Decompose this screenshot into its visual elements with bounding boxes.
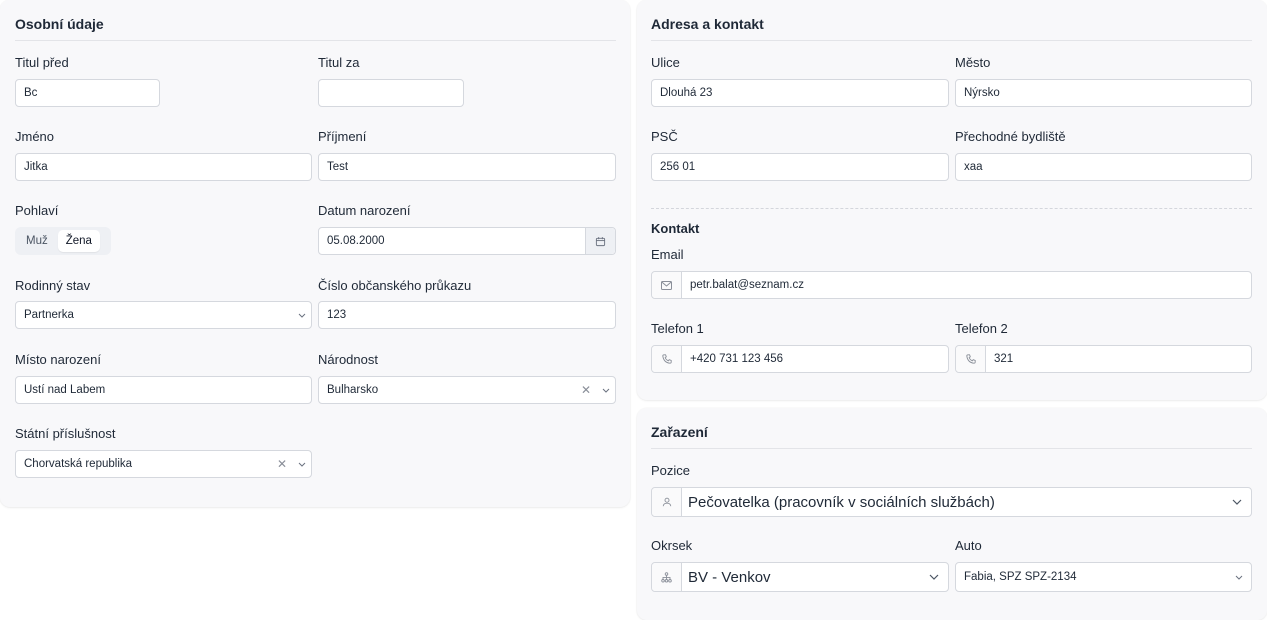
gender-option-female[interactable]: Žena [57, 230, 100, 252]
birth-place-input[interactable]: Ústí nad Labem [15, 376, 312, 404]
temp-residence-value: xaa [964, 161, 983, 173]
zip-input[interactable]: 256 01 [651, 153, 949, 181]
phone1-value: +420 731 123 456 [690, 353, 784, 365]
position-select[interactable]: Pečovatelka (pracovník v sociálních služ… [651, 487, 1252, 517]
chevron-down-icon [597, 377, 615, 403]
city-value: Nýrsko [964, 87, 1000, 99]
street-value: Dlouhá 23 [660, 87, 713, 99]
address-card: Adresa a kontakt Ulice Dlouhá 23 Město N… [637, 0, 1267, 400]
marital-status-value: Partnerka [24, 309, 74, 321]
birth-place-label: Místo narození [15, 352, 101, 367]
district-value: BV - Venkov [688, 568, 771, 586]
phone1-field[interactable]: +420 731 123 456 [651, 345, 949, 373]
title-after-label: Titul za [318, 55, 360, 70]
gender-label: Pohlaví [15, 203, 59, 218]
temp-residence-label: Přechodné bydliště [955, 129, 1066, 144]
chevron-down-icon [293, 302, 311, 328]
car-select[interactable]: Fabia, SPZ SPZ-2134 [955, 562, 1252, 592]
assignment-divider [651, 448, 1252, 449]
nationality-label: Národnost [318, 352, 378, 367]
phone2-field[interactable]: 321 [955, 345, 1252, 373]
phone1-label: Telefon 1 [651, 321, 704, 336]
calendar-icon[interactable] [585, 228, 615, 254]
contact-divider [651, 208, 1252, 209]
email-label: Email [651, 247, 684, 262]
mail-icon [652, 272, 682, 298]
marital-status-label: Rodinný stav [15, 278, 91, 293]
birth-date-value: 05.08.2000 [327, 235, 385, 247]
last-name-value: Test [327, 161, 349, 173]
chevron-down-icon [920, 563, 948, 591]
title-before-label: Titul před [15, 55, 69, 70]
chevron-down-icon [293, 451, 311, 477]
personal-card-title: Osobní údaje [15, 16, 104, 32]
temp-residence-input[interactable]: xaa [955, 153, 1252, 181]
city-input[interactable]: Nýrsko [955, 79, 1252, 107]
network-icon [652, 563, 682, 591]
first-name-label: Jméno [15, 129, 55, 144]
city-label: Město [955, 55, 991, 70]
gender-option-male[interactable]: Muž [18, 230, 56, 252]
district-label: Okrsek [651, 538, 693, 553]
phone-icon [652, 346, 682, 372]
birth-place-value: Ústí nad Labem [24, 384, 106, 396]
birth-date-input[interactable]: 05.08.2000 [318, 227, 616, 255]
assignment-card: Zařazení Pozice Pečovatelka (pracovník v… [637, 408, 1267, 620]
last-name-label: Příjmení [318, 129, 367, 144]
car-label: Auto [955, 538, 982, 553]
first-name-value: Jitka [24, 161, 48, 173]
nationality-select[interactable]: Bulharsko ✕ [318, 376, 616, 404]
car-value: Fabia, SPZ SPZ-2134 [964, 571, 1077, 583]
citizenship-select[interactable]: Chorvatská republika ✕ [15, 450, 312, 478]
phone2-value: 321 [994, 353, 1014, 365]
contact-heading: Kontakt [651, 221, 700, 236]
assignment-card-title: Zařazení [651, 424, 708, 440]
personal-divider [15, 40, 616, 41]
id-card-value: 123 [327, 309, 347, 321]
position-value: Pečovatelka (pracovník v sociálních služ… [688, 493, 995, 511]
gender-toggle[interactable]: Muž Žena [15, 227, 111, 255]
user-icon [652, 488, 682, 516]
marital-status-select[interactable]: Partnerka [15, 301, 312, 329]
title-after-input[interactable] [318, 79, 464, 107]
email-value: petr.balat@seznam.cz [690, 279, 804, 291]
first-name-input[interactable]: Jitka [15, 153, 312, 181]
phone2-label: Telefon 2 [955, 321, 1008, 336]
zip-value: 256 01 [660, 161, 696, 173]
nationality-value: Bulharsko [327, 384, 379, 396]
citizenship-label: Státní příslušnost [15, 426, 116, 441]
personal-card: Osobní údaje Titul před Bc Titul za Jmén… [0, 0, 630, 507]
chevron-down-icon [1223, 488, 1251, 516]
position-label: Pozice [651, 463, 691, 478]
chevron-down-icon [1227, 563, 1251, 591]
clear-icon[interactable]: ✕ [579, 377, 593, 403]
address-card-title: Adresa a kontakt [651, 16, 764, 32]
phone-icon [956, 346, 986, 372]
street-input[interactable]: Dlouhá 23 [651, 79, 949, 107]
id-card-label: Číslo občanského průkazu [318, 278, 472, 293]
street-label: Ulice [651, 55, 680, 70]
title-before-value: Bc [24, 87, 38, 99]
birth-date-label: Datum narození [318, 203, 411, 218]
district-select[interactable]: BV - Venkov [651, 562, 949, 592]
id-card-input[interactable]: 123 [318, 301, 616, 329]
title-before-input[interactable]: Bc [15, 79, 160, 107]
clear-icon[interactable]: ✕ [275, 451, 289, 477]
zip-label: PSČ [651, 129, 678, 144]
address-divider [651, 40, 1252, 41]
citizenship-value: Chorvatská republika [24, 458, 133, 470]
last-name-input[interactable]: Test [318, 153, 616, 181]
email-field[interactable]: petr.balat@seznam.cz [651, 271, 1252, 299]
